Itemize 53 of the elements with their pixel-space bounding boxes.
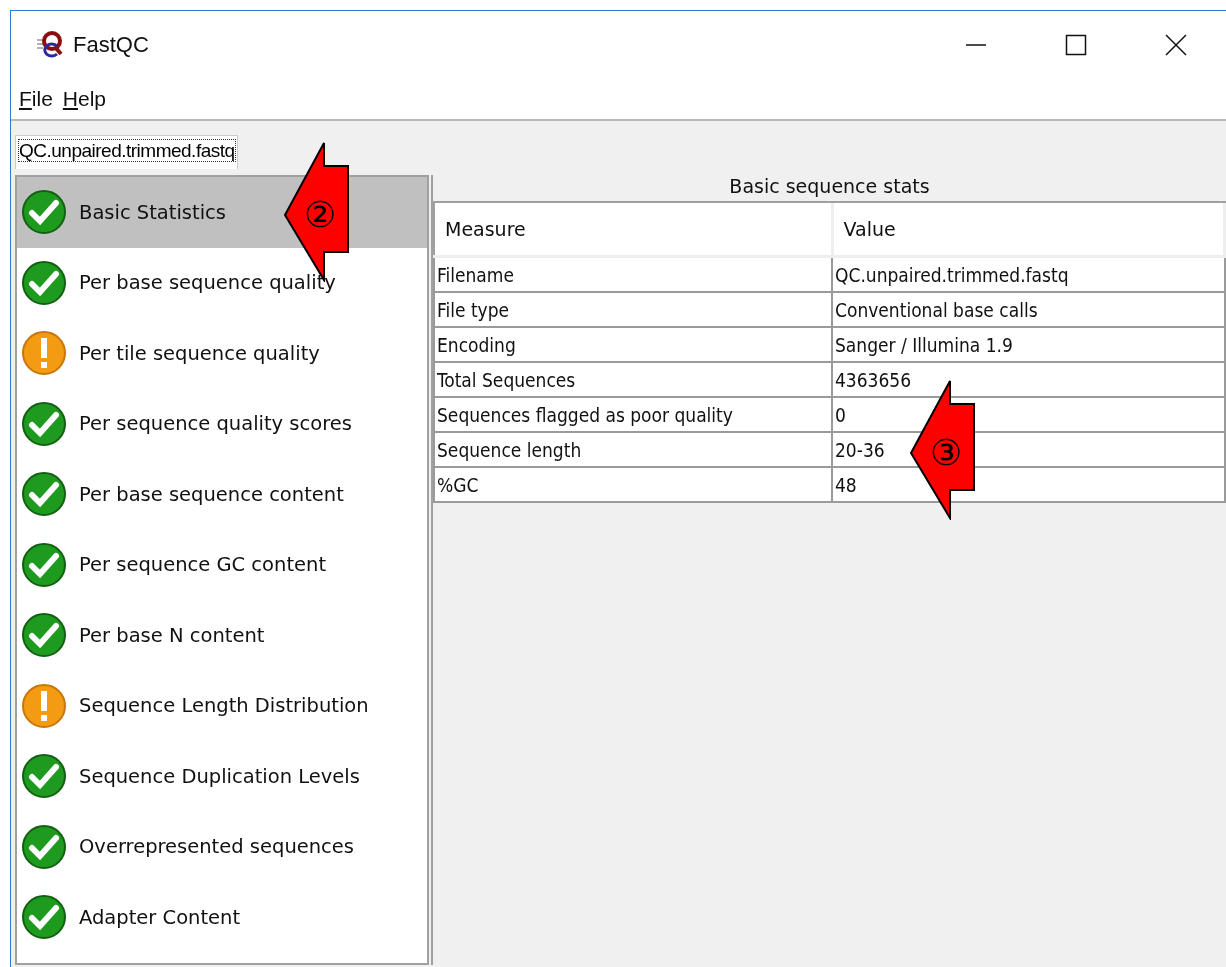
module-item[interactable]: Per sequence quality scores (17, 388, 427, 459)
module-label: Overrepresented sequences (79, 835, 354, 859)
module-label: Sequence Length Distribution (79, 694, 369, 718)
menu-item[interactable]: Help (62, 87, 107, 111)
module-item[interactable]: Adapter Content (17, 882, 427, 953)
app-logo-icon (35, 30, 65, 60)
table-cell: File type (434, 292, 832, 327)
table-cell: Total Sequences (434, 362, 832, 397)
check-icon (21, 400, 67, 447)
module-label: Per sequence quality scores (79, 412, 352, 436)
table-cell: Filename (434, 256, 832, 292)
check-icon (21, 823, 67, 870)
check-icon (21, 189, 67, 236)
column-header: Value (832, 203, 1225, 257)
close-icon (1165, 34, 1187, 56)
module-label: Basic Statistics (79, 200, 226, 224)
module-item[interactable]: Per base sequence quality (17, 247, 427, 318)
module-label: Per base N content (79, 623, 265, 647)
module-label: Per tile sequence quality (79, 341, 320, 365)
module-label: Per base sequence content (79, 482, 344, 506)
check-icon (21, 894, 67, 941)
table-cell: Encoding (434, 327, 832, 362)
check-icon (21, 612, 67, 659)
module-label: Per base sequence quality (79, 271, 336, 295)
module-item[interactable]: Sequence Duplication Levels (17, 741, 427, 812)
module-item[interactable]: Per base sequence content (17, 459, 427, 530)
table-cell: Sanger / Illumina 1.9 (832, 327, 1225, 362)
table-cell: %GC (434, 467, 832, 502)
module-label: Sequence Duplication Levels (79, 764, 360, 788)
check-icon (21, 259, 67, 306)
warning-icon (21, 682, 67, 729)
module-item[interactable]: Per base N content (17, 600, 427, 671)
callout-number: ② (304, 197, 337, 233)
module-item[interactable]: Per tile sequence quality (17, 318, 427, 389)
module-item[interactable]: Sequence Length Distribution (17, 670, 427, 741)
module-label: Adapter Content (79, 905, 241, 929)
file-tab[interactable]: QC.unpaired.trimmed.fastq (15, 135, 238, 169)
check-icon (21, 753, 67, 800)
minimize-icon (965, 44, 987, 46)
module-item[interactable]: Overrepresented sequences (17, 811, 427, 882)
module-label: Per sequence GC content (79, 553, 327, 577)
warning-icon (21, 330, 67, 377)
table-cell: Sequences flagged as poor quality (434, 397, 832, 432)
module-item[interactable]: Per sequence GC content (17, 529, 427, 600)
column-header: Measure (434, 203, 832, 257)
check-icon (21, 541, 67, 588)
check-icon (21, 471, 67, 518)
table-cell: Conventional base calls (832, 292, 1225, 327)
menu-item[interactable]: File (19, 87, 53, 111)
maximize-icon (1065, 34, 1087, 56)
window-title: FastQC (73, 32, 149, 58)
table-cell: QC.unpaired.trimmed.fastq (832, 256, 1225, 292)
table-cell: Sequence length (434, 432, 832, 467)
